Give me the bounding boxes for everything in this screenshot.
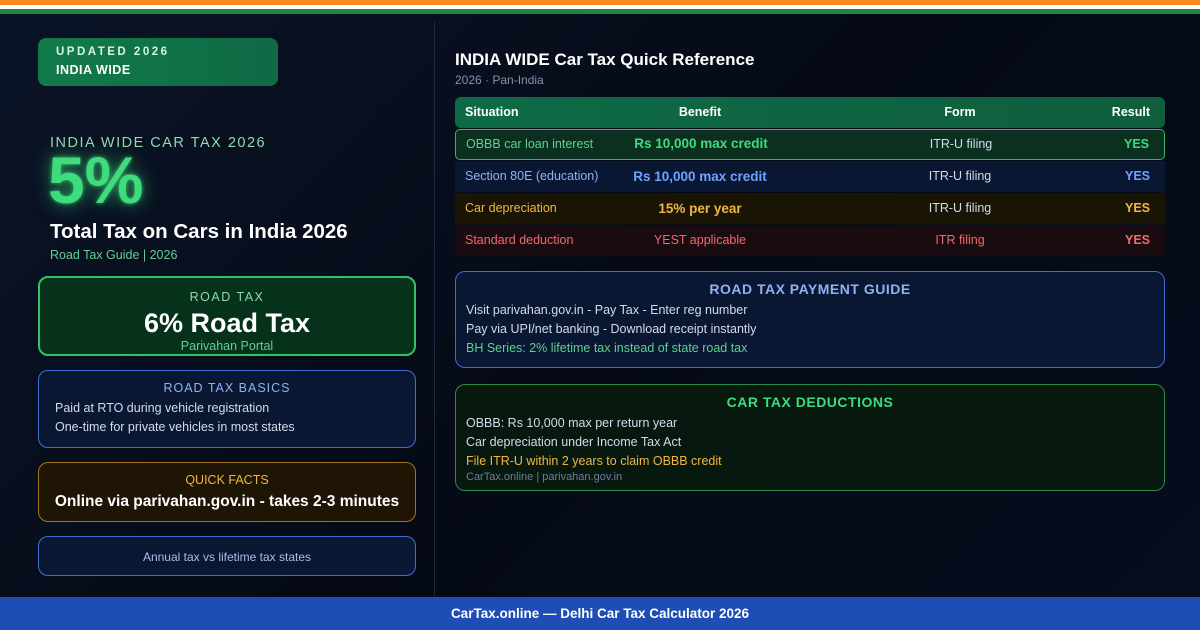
facts-heading: QUICK FACTS [185, 473, 269, 487]
payment-guide-card: ROAD TAX PAYMENT GUIDE Visit parivahan.g… [455, 271, 1165, 368]
situation-cell: Standard deduction [465, 233, 574, 247]
form-text: ITR-U filing [928, 201, 992, 215]
benefit-text: 15% per year [658, 201, 742, 216]
basics-heading: ROAD TAX BASICS [163, 381, 291, 395]
badge-line-1: UPDATED 2026 [56, 46, 170, 58]
benefit-text: YEST applicable [653, 233, 747, 247]
road-tax-value: 6% Road Tax [143, 308, 311, 338]
updated-badge: UPDATED 2026 INDIA WIDE [38, 38, 278, 86]
payment-guide-heading: ROAD TAX PAYMENT GUIDE [709, 281, 911, 297]
column-divider [434, 22, 435, 597]
deductions-heading: CAR TAX DEDUCTIONS [726, 394, 894, 410]
hero-title: Total Tax on Cars in India 2026 [50, 220, 348, 243]
situation-cell: Section 80E (education) [465, 169, 599, 183]
situation-cell: Car depreciation [465, 201, 557, 215]
table-row: Car depreciation 15% per year ITR-U fili… [455, 193, 1165, 224]
flag-green-band [0, 9, 1200, 14]
result-cell: YES [1124, 201, 1150, 215]
annual-tax-card: Annual tax vs lifetime tax states [38, 536, 416, 576]
deductions-line: Car depreciation under Income Tax Act [466, 435, 682, 449]
flag-stripe [0, 0, 1200, 14]
deductions-line: OBBB: Rs 10,000 max per return year [466, 416, 678, 430]
result-cell: YES [1124, 169, 1150, 183]
basics-line: Paid at RTO during vehicle registration [55, 401, 270, 415]
basics-line: One-time for private vehicles in most st… [55, 420, 295, 434]
reference-subtitle: 2026 · Pan-India [455, 73, 544, 87]
deductions-line: File ITR-U within 2 years to claim OBBB … [466, 454, 722, 468]
hero-value: 5% [48, 143, 144, 217]
road-tax-sub: Parivahan Portal [180, 339, 274, 353]
payment-guide-line: Pay via UPI/net banking - Download recei… [466, 322, 757, 336]
result-cell: YES [1124, 233, 1150, 247]
benefit-text: Rs 10,000 max credit [633, 169, 767, 184]
table-row: OBBB car loan interest Rs 10,000 max cre… [455, 129, 1165, 160]
table-header: Situation Benefit Form Result [455, 97, 1165, 128]
badge-line-2: INDIA WIDE [56, 63, 131, 77]
benefit-text: Rs 10,000 max credit [634, 136, 768, 151]
quick-reference-table: Situation Benefit Form Result OBBB car l… [455, 97, 1165, 256]
footer-text: CarTax.online — Delhi Car Tax Calculator… [450, 606, 750, 621]
table-row: Standard deduction YEST applicable ITR f… [455, 225, 1165, 256]
table-row: Section 80E (education) Rs 10,000 max cr… [455, 161, 1165, 192]
header-benefit: Benefit [678, 105, 722, 119]
hero-subtitle: Road Tax Guide | 2026 [50, 248, 178, 262]
header-situation: Situation [465, 105, 519, 119]
reference-title: INDIA WIDE Car Tax Quick Reference [455, 50, 755, 69]
car-tax-deductions-card: CAR TAX DEDUCTIONS OBBB: Rs 10,000 max p… [455, 384, 1165, 491]
situation-cell: OBBB car loan interest [466, 137, 594, 151]
form-text: ITR-U filing [929, 137, 993, 151]
form-text: ITR-U filing [928, 169, 992, 183]
payment-guide-line: Visit parivahan.gov.in - Pay Tax - Enter… [466, 303, 748, 317]
footer-bar: CarTax.online — Delhi Car Tax Calculator… [0, 597, 1200, 630]
form-text: ITR filing [935, 233, 985, 247]
result-cell: YES [1123, 137, 1149, 151]
road-tax-label: ROAD TAX [189, 290, 265, 304]
payment-guide-line: BH Series: 2% lifetime tax instead of st… [466, 341, 748, 355]
facts-text: Online via parivahan.gov.in - takes 2-3 … [54, 493, 400, 510]
header-form: Form [944, 105, 976, 119]
road-tax-basics-card: ROAD TAX BASICS Paid at RTO during vehic… [38, 370, 416, 448]
annual-tax-text: Annual tax vs lifetime tax states [142, 550, 312, 564]
deductions-source: CarTax.online | parivahan.gov.in [466, 471, 623, 483]
quick-facts-card: QUICK FACTS Online via parivahan.gov.in … [38, 462, 416, 522]
header-result: Result [1111, 105, 1150, 119]
road-tax-card: ROAD TAX 6% Road Tax Parivahan Portal [38, 276, 416, 356]
